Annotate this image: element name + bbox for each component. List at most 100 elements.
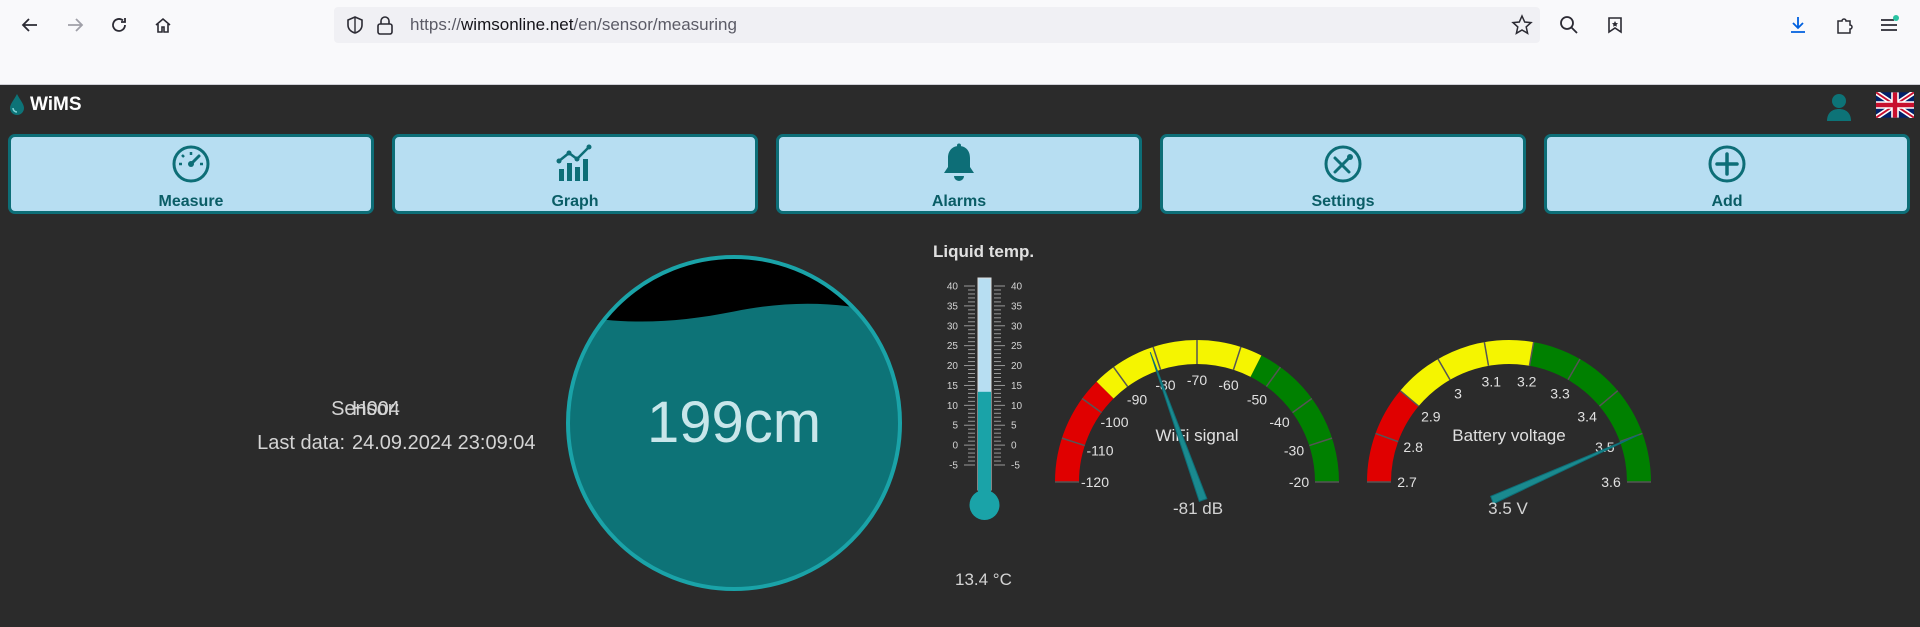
thermometer-tick-label-right: 25 [1011, 341, 1023, 352]
wifi-band [1055, 381, 1114, 482]
batt-tick-label: 3.3 [1550, 386, 1570, 402]
thermometer-tick-label-left: 25 [947, 341, 959, 352]
home-button[interactable] [148, 10, 178, 40]
url-text: https://wimsonline.net/en/sensor/measuri… [410, 15, 737, 35]
plus-circle-icon [1708, 145, 1746, 183]
tools-icon [1324, 145, 1362, 183]
url-bar[interactable]: https://wimsonline.net/en/sensor/measuri… [334, 7, 1540, 43]
batt-band [1400, 340, 1534, 407]
batt-tick-label: 3.1 [1482, 374, 1502, 390]
wifi-tick-label: -60 [1218, 377, 1238, 393]
search-button[interactable] [1554, 10, 1584, 40]
thermometer-fill [978, 391, 991, 495]
batt-tick-label: 3.6 [1601, 474, 1621, 490]
sensor-value: H004 [352, 398, 400, 420]
bar-chart-icon [556, 144, 592, 181]
star-icon[interactable] [1511, 14, 1533, 36]
battery-value: 3.5 V [1488, 499, 1528, 518]
wifi-tick-label: -40 [1269, 414, 1289, 430]
nav-settings-label: Settings [1311, 193, 1375, 210]
user-icon [1827, 94, 1851, 121]
forward-button[interactable] [60, 10, 90, 40]
arrow-right-icon [68, 18, 84, 32]
wifi-tick-label: -70 [1187, 372, 1207, 388]
nav-alarms-label: Alarms [931, 193, 987, 210]
thermometer-tick-label-left: 20 [947, 361, 959, 372]
pocket-button[interactable] [1600, 10, 1630, 40]
batt-needle-shape [1490, 434, 1639, 505]
batt-tick-label: 3.4 [1577, 408, 1597, 424]
thermometer-tick-label-right: 35 [1011, 301, 1023, 312]
thermometer-tick-label-left: -5 [949, 461, 958, 472]
nav-graph-button[interactable]: Graph [392, 134, 758, 214]
battery-needle [1490, 434, 1639, 505]
hamburger-icon [1881, 15, 1899, 31]
url-prefix: https:// [410, 15, 462, 34]
thermometer-tick-label-right: 30 [1011, 321, 1023, 332]
batt-tick-label: 2.7 [1397, 474, 1417, 490]
tank-gauge: 199cm [566, 255, 902, 591]
url-host: wimsonline.net [461, 15, 574, 34]
nav-measure-label: Measure [158, 193, 224, 210]
nav-graph-label: Graph [551, 193, 599, 210]
nav-alarms-button[interactable]: Alarms [776, 134, 1142, 214]
thermometer-value: 13.4 °C [955, 570, 1012, 589]
browser-toolbar: https://wimsonline.net/en/sensor/measuri… [0, 0, 1920, 85]
wifi-gauge-label: WiFi signal [1155, 426, 1238, 445]
lock-icon [377, 16, 393, 35]
nav-add-label: Add [1711, 193, 1743, 210]
batt-tick-label: 2.8 [1403, 439, 1423, 455]
reload-button[interactable] [104, 10, 134, 40]
bell-icon [944, 143, 974, 181]
thermometer-bulb [969, 490, 1000, 520]
extensions-button[interactable] [1829, 10, 1859, 40]
thermometer-tick-label-right: 15 [1011, 381, 1023, 392]
wifi-tick-label: -20 [1289, 474, 1309, 490]
nav-measure-button[interactable]: Measure [8, 134, 374, 214]
download-icon [1791, 17, 1805, 33]
thermometer-tick-label-left: 15 [947, 381, 959, 392]
last-data-label: Last data: [257, 432, 345, 454]
search-icon [1560, 16, 1578, 34]
thermometer-tick-label-left: 30 [947, 321, 959, 332]
nav-add-button[interactable]: Add [1544, 134, 1910, 214]
batt-tick-label: 2.9 [1421, 408, 1441, 424]
wifi-band [1250, 355, 1339, 482]
arrow-left-icon [21, 18, 37, 32]
last-data-value: 24.09.2024 23:09:04 [352, 432, 536, 454]
thermometer-tick-label-left: 0 [952, 441, 958, 452]
uk-flag-icon [1874, 90, 1916, 120]
thermometer-tick-label-right: 0 [1011, 441, 1017, 452]
drop-logo-icon [10, 94, 24, 115]
battery-voltage-gauge: 2.72.82.933.1 3.23.33.43.53.6 Battery vol… [1367, 340, 1651, 505]
battery-bands [1367, 340, 1651, 482]
batt-tick-label: 3.2 [1517, 374, 1537, 390]
url-path: /en/sensor/measuring [573, 15, 737, 34]
thermometer-tick-label-right: -5 [1011, 461, 1020, 472]
language-button[interactable] [1874, 90, 1916, 123]
bookmark-star-icon [1608, 17, 1622, 34]
speedometer-icon [172, 145, 210, 183]
thermometer-tick-label-left: 40 [947, 282, 959, 293]
wifi-tick-label: -30 [1284, 442, 1304, 458]
home-icon [155, 17, 171, 33]
thermometer: 40 40 35 35 30 30 25 25 20 20 15 15 10 10 5 5 0 0 -5 -5 [947, 277, 1023, 520]
user-button[interactable] [1825, 92, 1853, 127]
wifi-tick-label: -110 [1087, 442, 1114, 458]
reload-icon [112, 18, 126, 32]
wifi-tick-label: -100 [1100, 414, 1128, 430]
downloads-button[interactable] [1783, 10, 1813, 40]
brand[interactable]: WiMS [8, 93, 82, 117]
wifi-tick-label: -50 [1247, 391, 1267, 407]
menu-button[interactable] [1874, 10, 1904, 40]
back-button[interactable] [15, 10, 45, 40]
nav-settings-button[interactable]: Settings [1160, 134, 1526, 214]
puzzle-icon [1837, 18, 1853, 34]
app-container: WiMS Measure Graph Alarms Settings Add S… [0, 85, 1920, 627]
wifi-tick-label: -90 [1127, 391, 1147, 407]
thermometer-tick-label-left: 10 [947, 401, 959, 412]
thermometer-tick-label-right: 10 [1011, 401, 1023, 412]
wifi-value: -81 dB [1172, 499, 1224, 518]
batt-band [1367, 390, 1419, 482]
thermometer-tick-label-right: 20 [1011, 361, 1023, 372]
